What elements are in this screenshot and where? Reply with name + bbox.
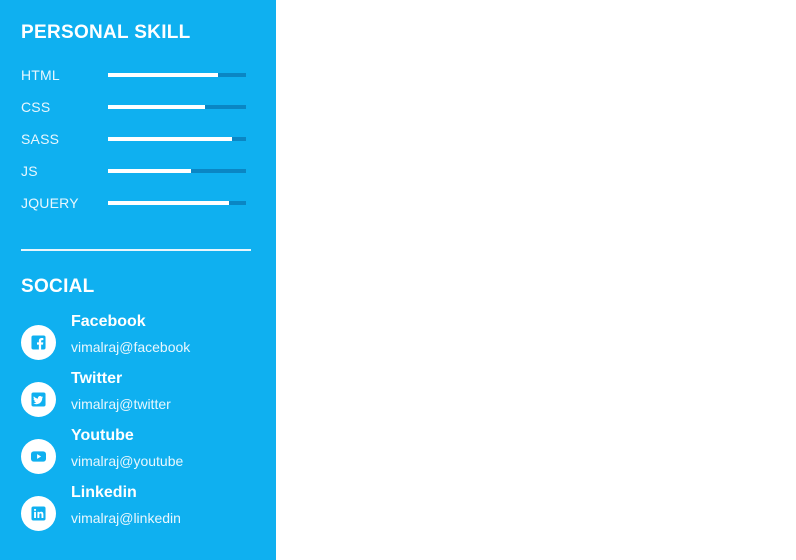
skill-bar-fill [108, 201, 230, 205]
social-item-linkedin[interactable]: Linkedin vimalraj@linkedin [21, 484, 261, 546]
skill-bar-track [108, 105, 246, 109]
skill-bar-track [108, 201, 246, 205]
section-divider [21, 249, 251, 251]
skill-label: JQUERY [21, 195, 79, 211]
skill-bar-fill [108, 137, 233, 141]
skill-bar-fill [108, 105, 205, 109]
skill-row-sass: SASS [21, 131, 246, 147]
skill-label: SASS [21, 131, 60, 147]
twitter-icon[interactable] [21, 382, 56, 417]
skill-row-html: HTML [21, 67, 246, 83]
social-item-youtube[interactable]: Youtube vimalraj@youtube [21, 427, 261, 489]
linkedin-icon[interactable] [21, 496, 56, 531]
skill-bar-fill [108, 73, 219, 77]
skill-row-css: CSS [21, 99, 246, 115]
social-handle[interactable]: vimalraj@youtube [71, 453, 183, 469]
social-handle[interactable]: vimalraj@linkedin [71, 510, 181, 526]
skill-bar-fill [108, 169, 191, 173]
sidebar: PERSONAL SKILL HTML CSS SASS JS JQUERY S… [0, 0, 276, 560]
social-name: Youtube [71, 427, 134, 444]
skill-label: JS [21, 163, 38, 179]
skill-row-jquery: JQUERY [21, 195, 246, 211]
social-item-twitter[interactable]: Twitter vimalraj@twitter [21, 370, 261, 432]
skill-row-js: JS [21, 163, 246, 179]
social-handle[interactable]: vimalraj@facebook [71, 339, 190, 355]
social-heading: SOCIAL [21, 276, 95, 297]
social-handle[interactable]: vimalraj@twitter [71, 396, 171, 412]
social-item-facebook[interactable]: Facebook vimalraj@facebook [21, 313, 261, 375]
skill-bar-track [108, 73, 246, 77]
social-name: Twitter [71, 370, 123, 387]
skill-label: HTML [21, 67, 60, 83]
skill-bar-track [108, 137, 246, 141]
skill-label: CSS [21, 99, 51, 115]
facebook-icon[interactable] [21, 325, 56, 360]
social-name: Facebook [71, 313, 146, 330]
social-name: Linkedin [71, 484, 137, 501]
personal-skill-heading: PERSONAL SKILL [21, 22, 191, 43]
skill-bar-track [108, 169, 246, 173]
youtube-icon[interactable] [21, 439, 56, 474]
